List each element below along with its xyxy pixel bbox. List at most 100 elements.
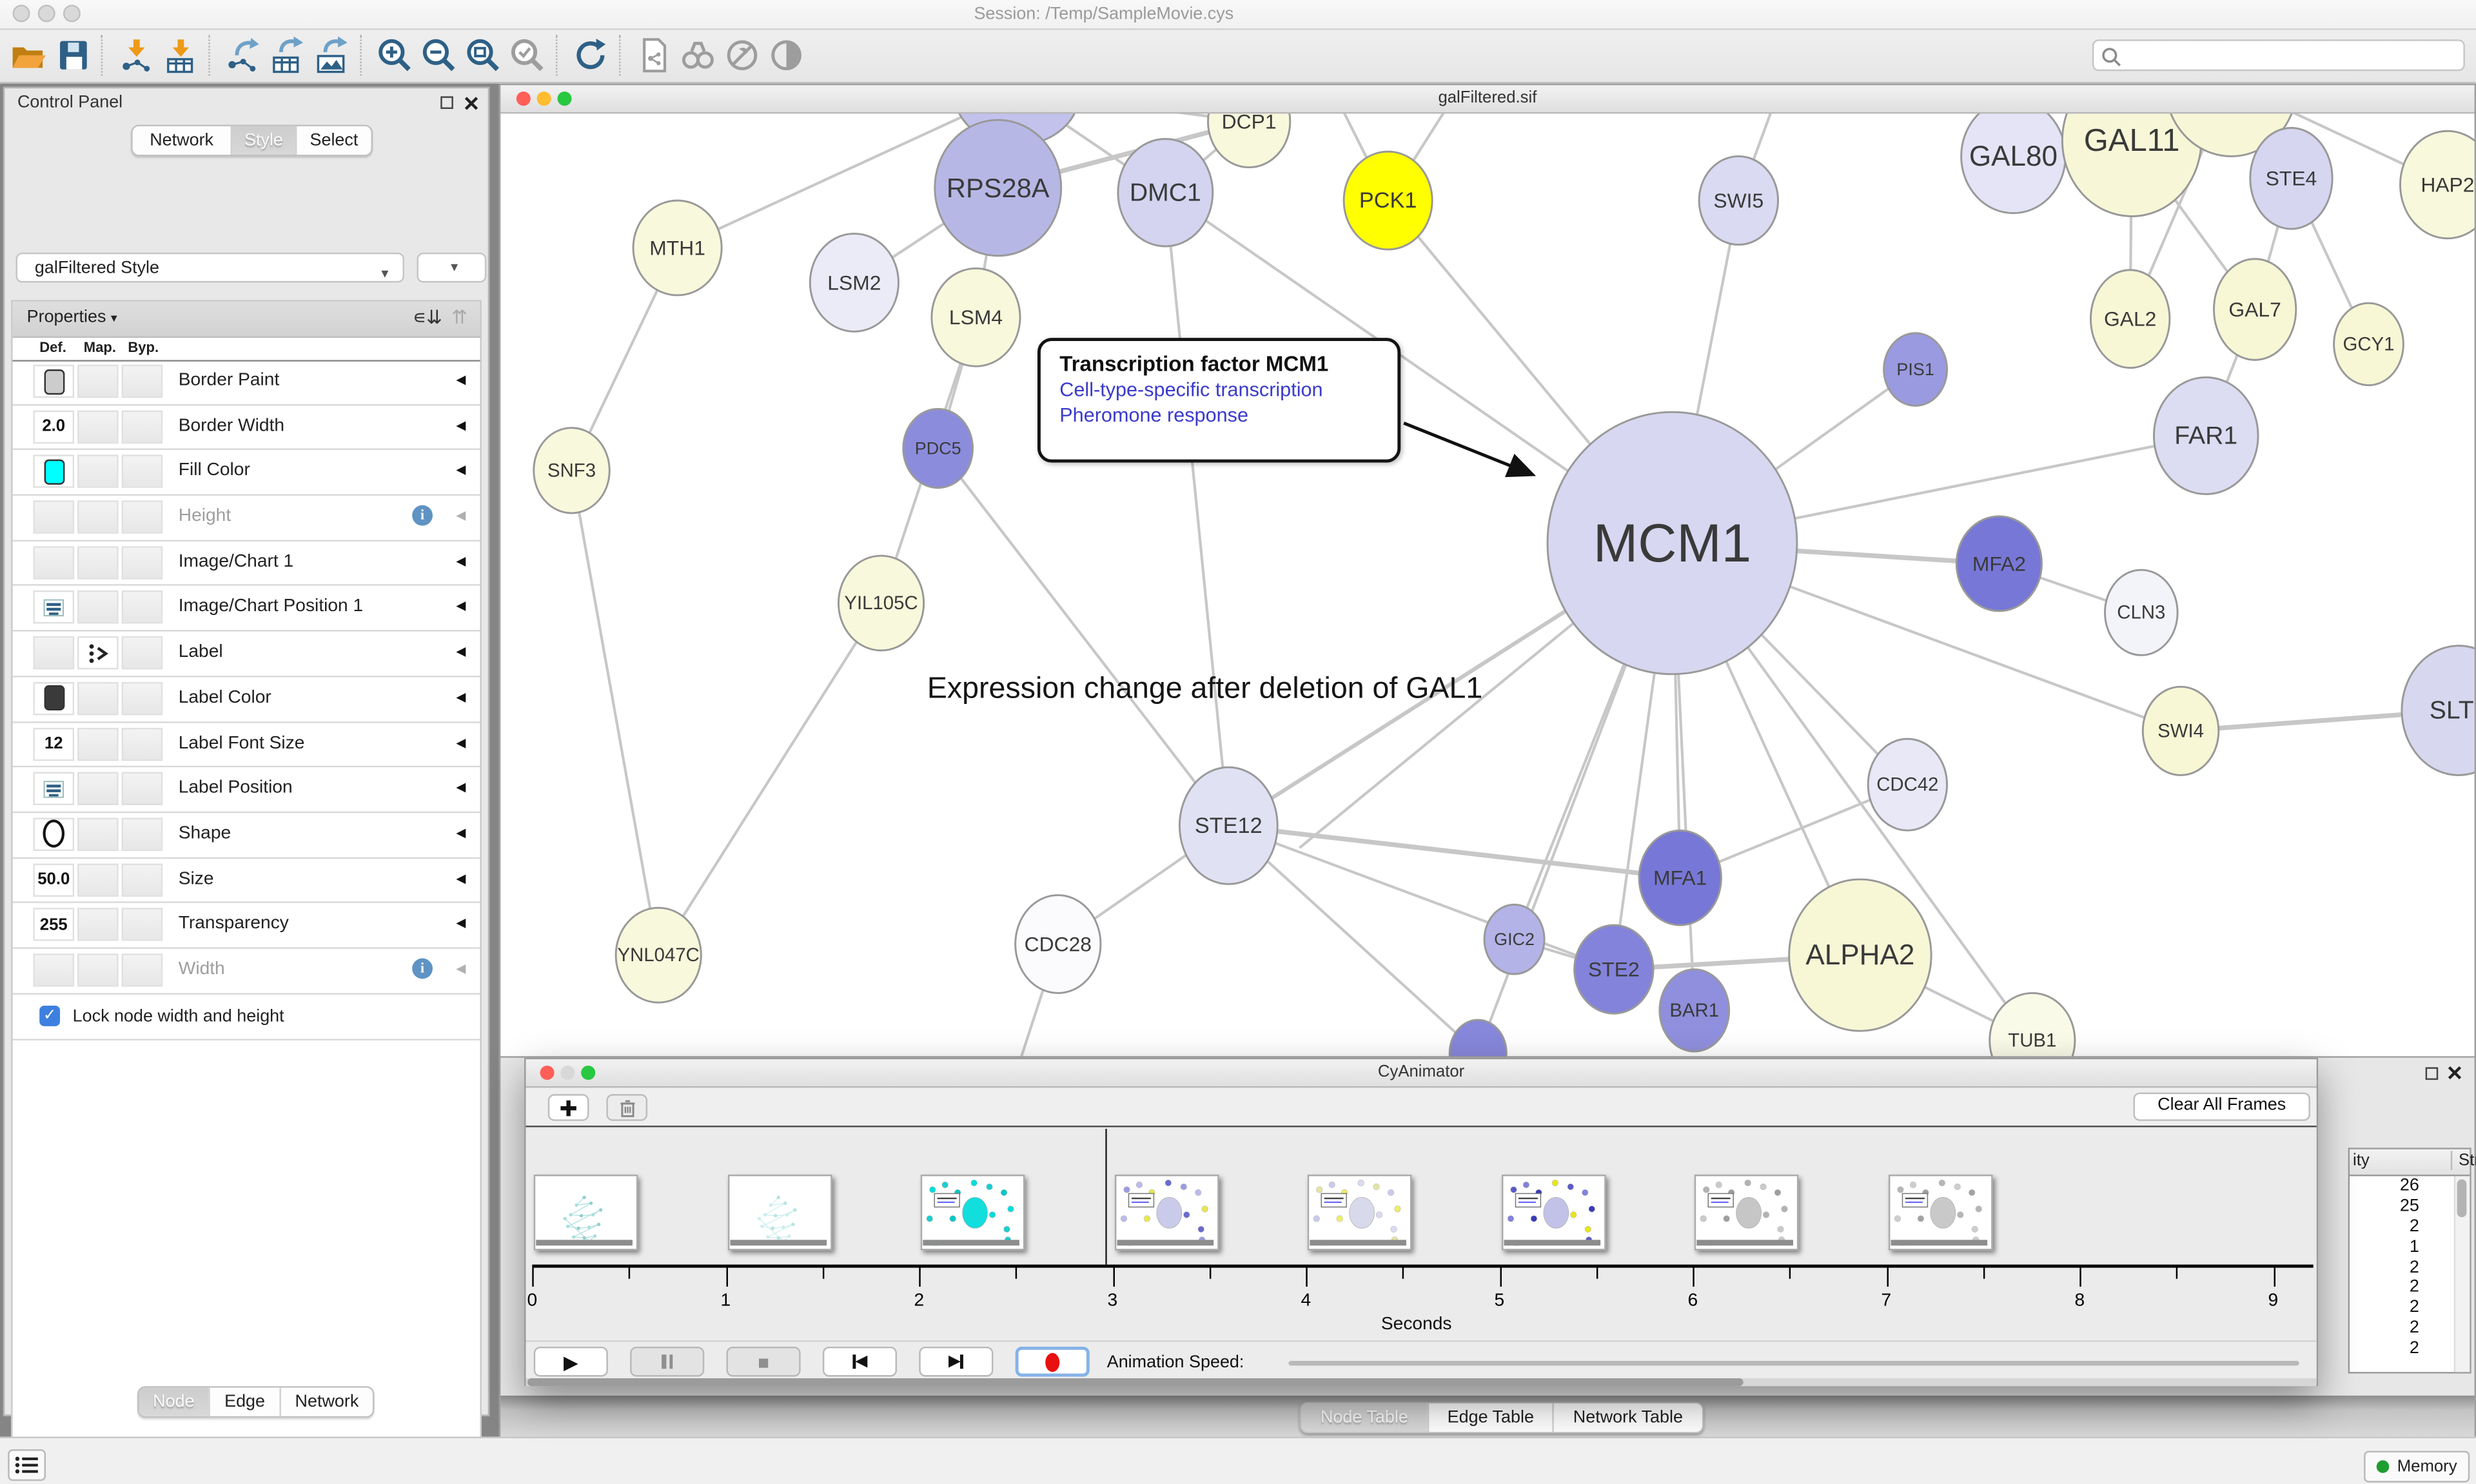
- def-cell[interactable]: 255: [33, 908, 74, 941]
- node-gal2[interactable]: GAL2: [2090, 270, 2169, 368]
- tab-node[interactable]: Node: [139, 1388, 209, 1416]
- expand-property-icon[interactable]: ◀: [456, 509, 466, 523]
- def-cell[interactable]: [33, 365, 74, 398]
- node-gal80[interactable]: GAL80: [1961, 112, 2066, 213]
- table-row[interactable]: 2: [2350, 1298, 2422, 1319]
- close-table-panel-icon[interactable]: [2448, 1066, 2462, 1080]
- property-row-transparency[interactable]: 255Transparency◀: [13, 903, 480, 948]
- frame-thumbnail-4[interactable]: [1114, 1175, 1219, 1251]
- node-pck1[interactable]: PCK1: [1344, 151, 1432, 249]
- node-cdc42[interactable]: CDC42: [1868, 739, 1947, 830]
- frame-thumbnail-3[interactable]: [921, 1175, 1025, 1251]
- node-dmc1[interactable]: DMC1: [1118, 139, 1213, 247]
- table-row[interactable]: 2: [2350, 1318, 2422, 1339]
- frame-thumbnail-5[interactable]: [1308, 1175, 1412, 1251]
- frame-thumbnail-8[interactable]: [1888, 1175, 1992, 1251]
- def-cell[interactable]: [33, 817, 74, 850]
- frame-thumbnail-1[interactable]: [534, 1175, 638, 1251]
- tab-style[interactable]: Style: [231, 126, 295, 155]
- zoom-fit-icon[interactable]: [464, 36, 502, 74]
- node-pdc5[interactable]: PDC5: [903, 409, 973, 487]
- expand-property-icon[interactable]: ◀: [456, 961, 466, 975]
- byp-cell[interactable]: [122, 953, 163, 986]
- map-cell[interactable]: [77, 953, 119, 986]
- node-lsm2[interactable]: LSM2: [810, 233, 898, 331]
- node-ste4[interactable]: STE4: [2250, 128, 2332, 229]
- node-ste2[interactable]: STE2: [1575, 925, 1653, 1013]
- byp-cell[interactable]: [122, 410, 163, 443]
- map-cell[interactable]: [77, 682, 119, 715]
- node-dcp1[interactable]: DCP1: [1208, 112, 1290, 168]
- def-cell[interactable]: [33, 682, 74, 715]
- tab-network-table[interactable]: Network Table: [1552, 1403, 1702, 1432]
- node-ste12[interactable]: STE12: [1179, 767, 1277, 884]
- property-row-size[interactable]: 50.0Size◀: [13, 858, 480, 903]
- map-cell[interactable]: [77, 365, 119, 398]
- byp-cell[interactable]: [122, 908, 163, 941]
- expand-property-icon[interactable]: ◀: [456, 463, 466, 477]
- expand-property-icon[interactable]: ◀: [456, 871, 466, 885]
- map-cell[interactable]: [77, 546, 119, 579]
- def-cell[interactable]: [33, 953, 74, 986]
- def-cell[interactable]: [33, 591, 74, 624]
- zoom-window-icon[interactable]: [63, 5, 81, 22]
- save-session-icon[interactable]: [54, 36, 92, 74]
- style-options-button[interactable]: ▾: [417, 253, 487, 283]
- float-table-panel-icon[interactable]: [2426, 1066, 2439, 1079]
- tab-network[interactable]: Network: [133, 126, 231, 155]
- byp-cell[interactable]: [122, 817, 163, 850]
- table-row[interactable]: 25: [2350, 1196, 2422, 1217]
- tab-edge-table[interactable]: Edge Table: [1428, 1403, 1552, 1432]
- map-cell[interactable]: [77, 772, 119, 805]
- expand-property-icon[interactable]: ◀: [456, 690, 466, 704]
- node-hap2[interactable]: HAP2: [2400, 131, 2476, 239]
- frame-thumbnail-2[interactable]: [727, 1175, 832, 1251]
- byp-cell[interactable]: [122, 455, 163, 488]
- network-window-titlebar[interactable]: galFiltered.sif: [500, 85, 2474, 113]
- map-cell[interactable]: [77, 817, 119, 850]
- node-cdc28[interactable]: CDC28: [1016, 895, 1101, 993]
- export-table-icon[interactable]: [268, 36, 306, 74]
- def-cell[interactable]: [33, 500, 74, 533]
- node-lsm4[interactable]: LSM4: [932, 268, 1020, 366]
- expand-property-icon[interactable]: ◀: [456, 644, 466, 658]
- node-tub1[interactable]: TUB1: [1990, 993, 2075, 1057]
- network-canvas[interactable]: RPS28BDCP1RPS28ADMC1PCK1SWI5GAL80GAL11ST…: [500, 112, 2476, 1058]
- property-row-border-width[interactable]: 2.0Border Width◀: [13, 405, 480, 451]
- byp-cell[interactable]: [122, 727, 163, 760]
- properties-header[interactable]: Properties ▾ ∊⇊ ⇈: [13, 302, 480, 338]
- cyanimator-scrollbar[interactable]: [526, 1378, 2317, 1386]
- expand-property-icon[interactable]: ◀: [456, 826, 466, 840]
- property-row-height[interactable]: Heighti◀: [13, 496, 480, 541]
- def-cell[interactable]: [33, 546, 74, 579]
- property-row-label-font-size[interactable]: 12Label Font Size◀: [13, 722, 480, 767]
- byp-cell[interactable]: [122, 863, 163, 896]
- search-input[interactable]: [2092, 39, 2465, 71]
- def-cell[interactable]: 2.0: [33, 410, 74, 443]
- expand-all-icon[interactable]: ∊⇊: [413, 306, 442, 328]
- property-row-width[interactable]: Widthi◀: [13, 949, 480, 994]
- property-row-label[interactable]: Label◀: [13, 632, 480, 677]
- frame-thumbnail-6[interactable]: [1501, 1175, 1606, 1251]
- zoom-out-icon[interactable]: [420, 36, 458, 74]
- node-swi5[interactable]: SWI5: [1699, 156, 1778, 244]
- map-cell[interactable]: [77, 863, 119, 896]
- annotation-link[interactable]: Pheromone response: [1059, 404, 1397, 426]
- tab-edge[interactable]: Edge: [208, 1388, 279, 1416]
- property-row-border-paint[interactable]: Border Paint◀: [13, 360, 480, 405]
- float-panel-icon[interactable]: [440, 96, 453, 109]
- map-cell[interactable]: [77, 636, 119, 669]
- property-row-image-chart-1[interactable]: Image/Chart 1◀: [13, 541, 480, 586]
- property-row-label-color[interactable]: Label Color◀: [13, 677, 480, 722]
- table-header[interactable]: ity Stres: [2350, 1149, 2470, 1176]
- collapse-all-icon[interactable]: ⇈: [451, 306, 467, 328]
- node-snf3[interactable]: SNF3: [534, 428, 610, 513]
- skip-start-button[interactable]: ◀: [823, 1347, 897, 1377]
- node-gal7[interactable]: GAL7: [2214, 259, 2295, 360]
- info-icon[interactable]: i: [412, 958, 433, 979]
- expand-property-icon[interactable]: ◀: [456, 916, 466, 930]
- node-pis1[interactable]: PIS1: [1884, 333, 1947, 406]
- annotation-link[interactable]: Cell-type-specific transcription: [1059, 379, 1397, 401]
- table-row[interactable]: 2: [2350, 1217, 2422, 1238]
- map-cell[interactable]: [77, 591, 119, 624]
